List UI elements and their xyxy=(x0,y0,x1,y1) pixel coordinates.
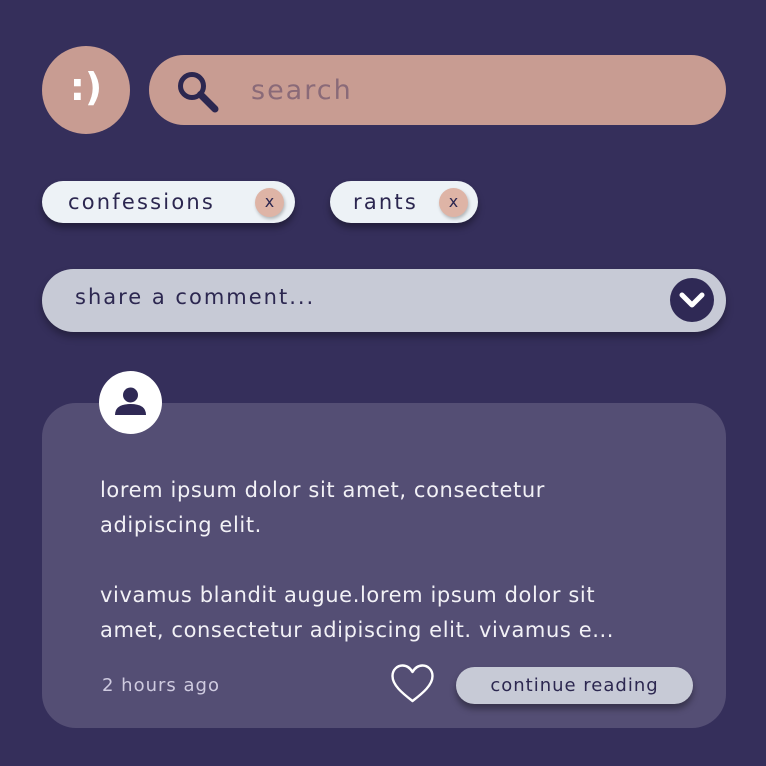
user-icon xyxy=(115,387,146,415)
share-comment-placeholder: share a comment... xyxy=(75,285,316,309)
filter-chip-confessions[interactable]: confessions x xyxy=(42,181,295,223)
post-timestamp: 2 hours ago xyxy=(102,675,220,696)
profile-emoticon: :) xyxy=(69,65,103,109)
filter-chip-label: rants xyxy=(353,190,418,214)
continue-reading-button[interactable]: continue reading xyxy=(456,667,693,704)
search-input[interactable] xyxy=(251,55,691,125)
search-icon xyxy=(178,72,219,113)
user-avatar[interactable] xyxy=(99,371,162,434)
post-line: lorem ipsum dolor sit amet, consectetur xyxy=(100,478,545,502)
post-line: adipiscing elit. xyxy=(100,513,262,537)
post-line: amet, consectetur adipiscing elit. vivam… xyxy=(100,618,615,642)
post-body: lorem ipsum dolor sit amet, consectetur … xyxy=(100,473,700,648)
post-line: vivamus blandit augue.lorem ipsum dolor … xyxy=(100,583,596,607)
share-comment-dropdown[interactable]: share a comment... xyxy=(42,269,726,332)
chevron-down-icon xyxy=(679,292,705,308)
filter-chip-label: confessions xyxy=(68,190,216,214)
remove-filter-button[interactable]: x xyxy=(439,188,468,217)
search-bar[interactable] xyxy=(149,55,726,125)
heart-icon[interactable] xyxy=(390,663,435,705)
expand-comment-button[interactable] xyxy=(670,278,714,322)
remove-filter-button[interactable]: x xyxy=(255,188,284,217)
filter-chip-rants[interactable]: rants x xyxy=(330,181,478,223)
profile-avatar-button[interactable]: :) xyxy=(42,46,130,134)
